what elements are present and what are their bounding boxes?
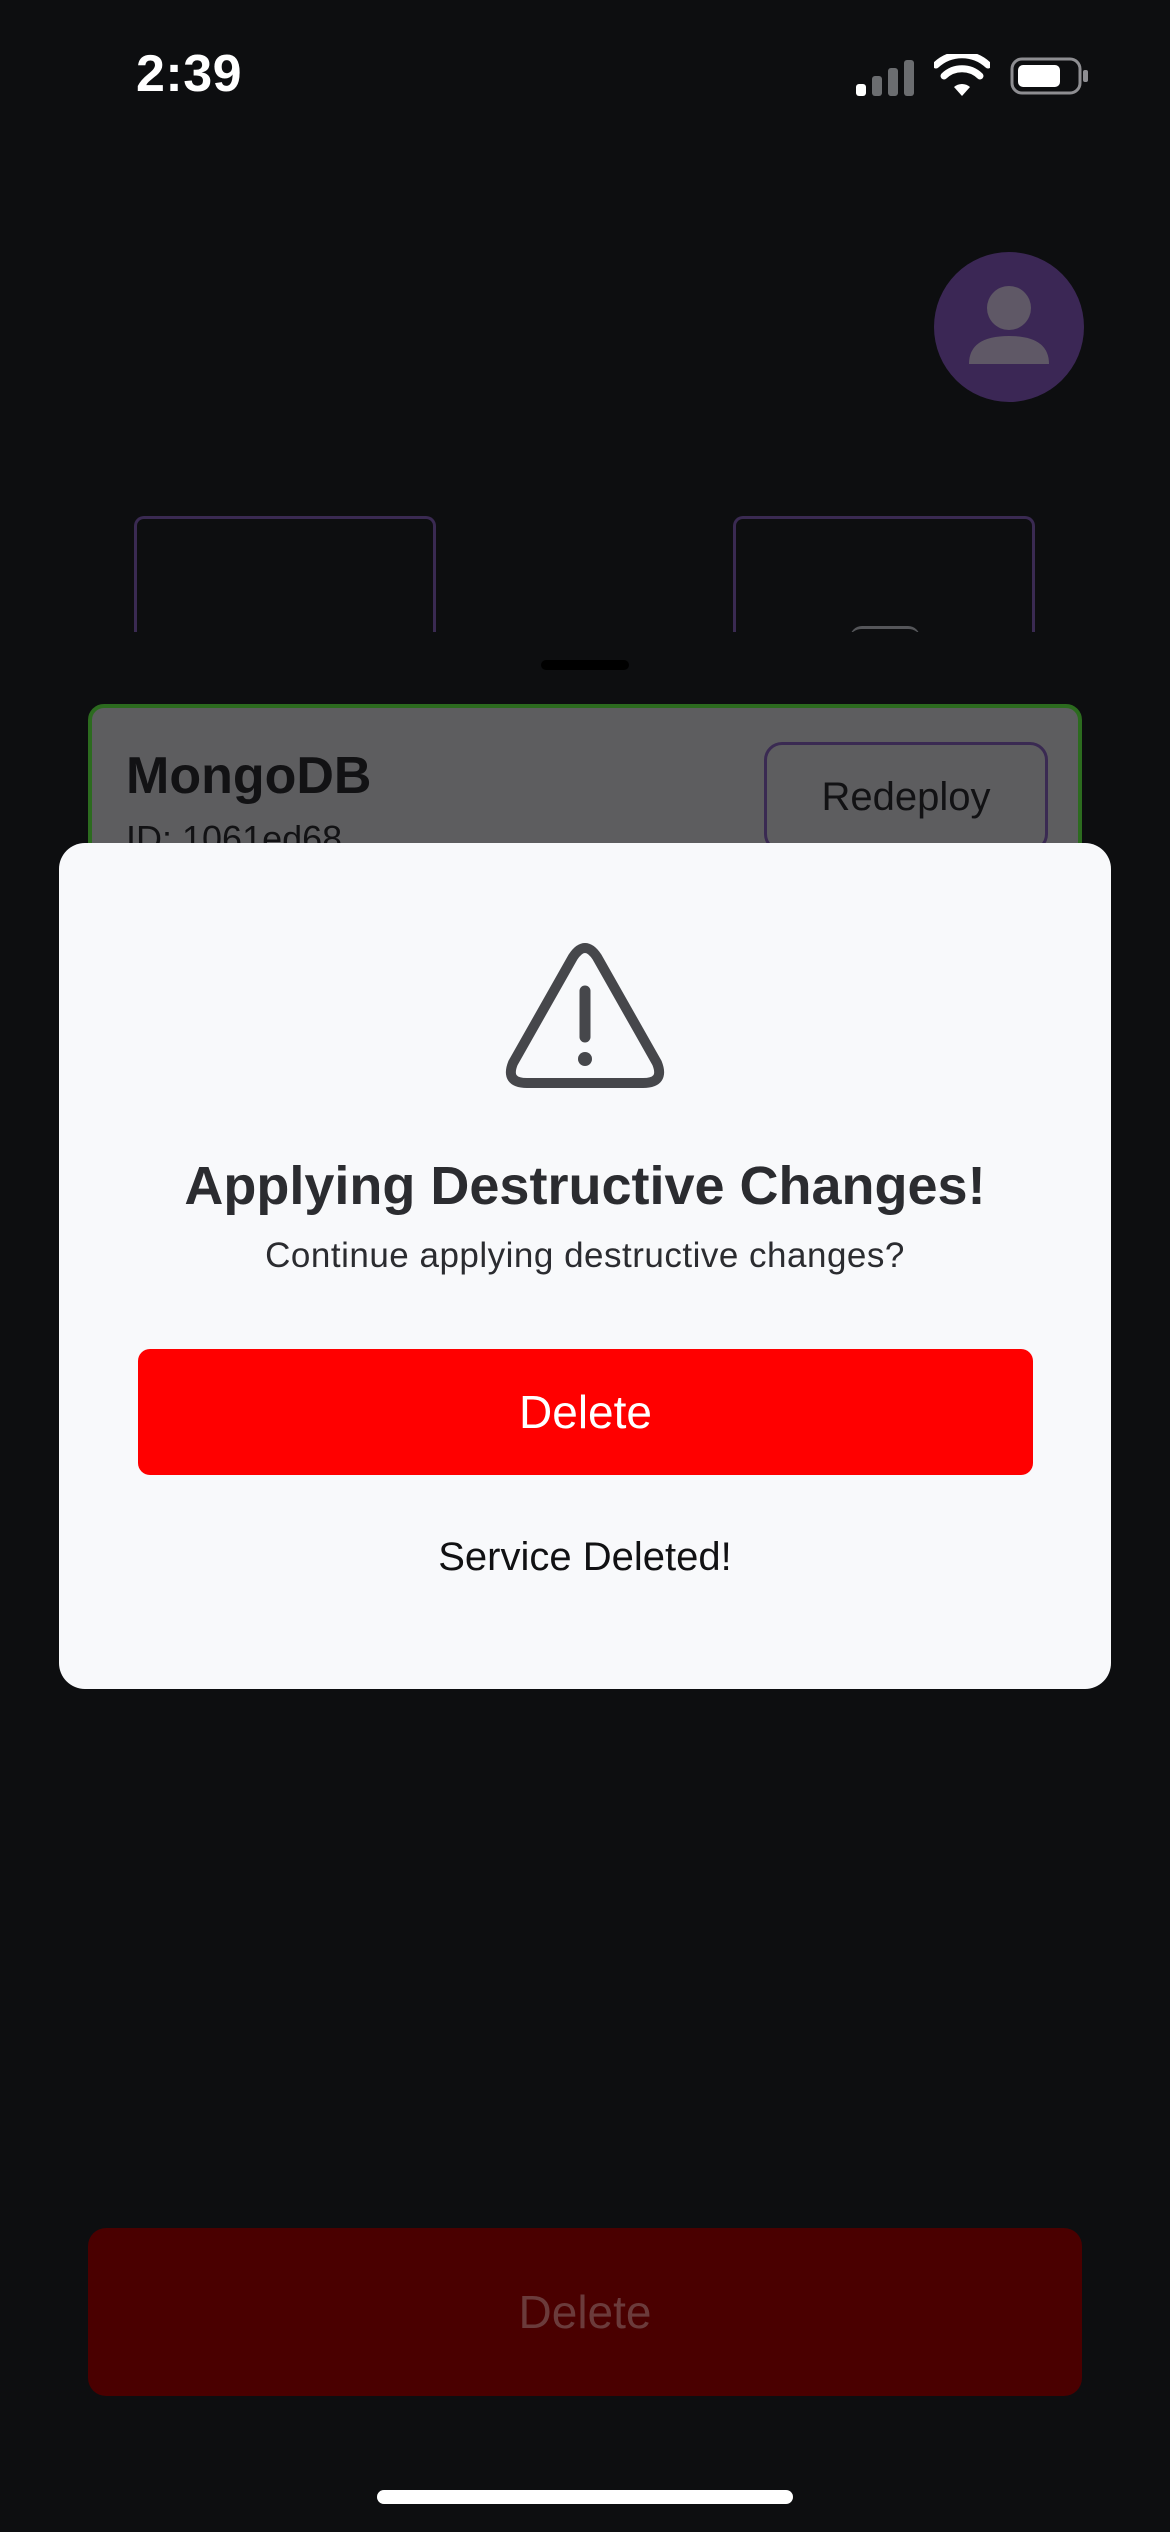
sheet-grabber[interactable] — [541, 660, 629, 670]
cellular-signal-icon — [856, 58, 914, 96]
service-tile-right[interactable] — [733, 516, 1035, 636]
wifi-icon — [934, 54, 990, 96]
user-icon — [969, 286, 1049, 364]
status-bar: 2:39 — [0, 0, 1170, 150]
home-indicator[interactable] — [377, 2490, 793, 2504]
modal-title: Applying Destructive Changes! — [184, 1156, 986, 1216]
confirm-delete-button[interactable]: Delete — [138, 1349, 1033, 1475]
modal-subtitle: Continue applying destructive changes? — [265, 1236, 905, 1275]
redeploy-button[interactable]: Redeploy — [764, 742, 1048, 852]
confirm-modal: Applying Destructive Changes! Continue a… — [59, 843, 1111, 1689]
warning-triangle-icon — [505, 943, 665, 1088]
service-name: MongoDB — [126, 747, 372, 805]
bottom-delete-button[interactable]: Delete — [88, 2228, 1082, 2396]
user-avatar[interactable] — [934, 252, 1084, 402]
screen: 2:39 MongoDB ID: 1061ed68 Redeploy Delet… — [0, 0, 1170, 2532]
service-tile-left[interactable] — [134, 516, 436, 636]
status-time: 2:39 — [136, 45, 243, 103]
modal-status-text: Service Deleted! — [438, 1535, 732, 1579]
battery-icon — [1010, 57, 1088, 95]
